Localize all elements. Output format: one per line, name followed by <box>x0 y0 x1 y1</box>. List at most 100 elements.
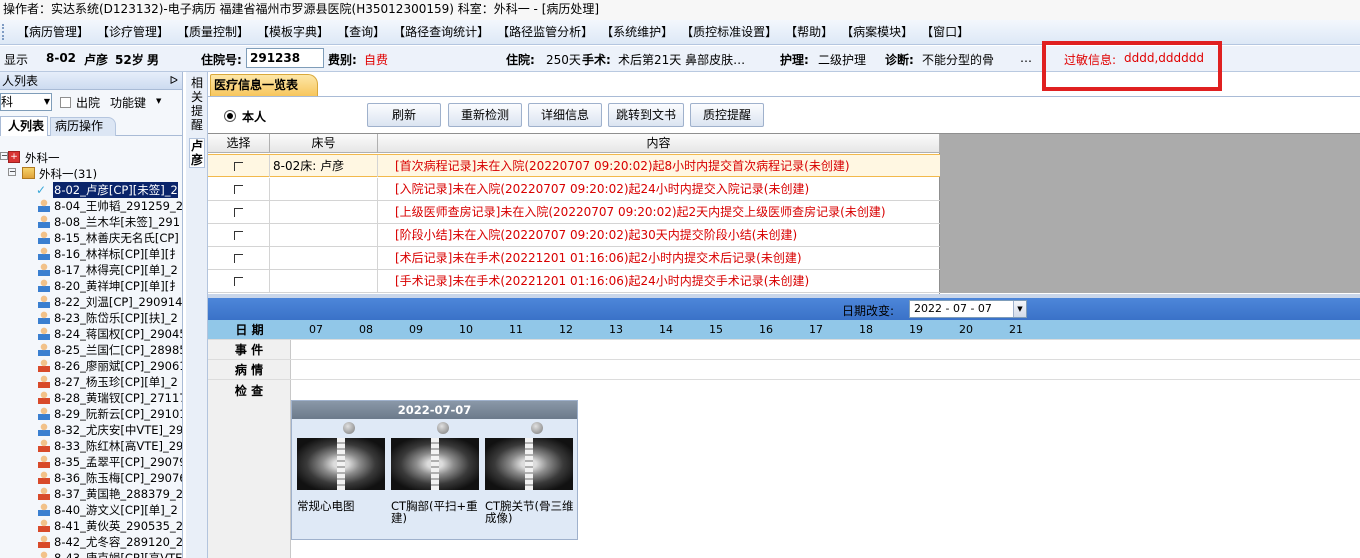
list-item[interactable]: 8-32_尤庆安[中VTE]_29 <box>0 422 182 438</box>
dropdown-arrow-icon[interactable]: ▼ <box>44 94 50 110</box>
content-cell[interactable]: [首次病程记录]未在入院(20220707 09:20:02)起8小时内提交首次… <box>392 155 940 177</box>
discharged-checkbox[interactable] <box>60 97 71 108</box>
list-item[interactable]: 8-16_林祥标[CP][单][扌 <box>0 246 182 262</box>
table-row[interactable]: [上级医师查房记录]未在入院(20220707 09:20:02)起2天内提交上… <box>208 201 940 224</box>
patient-entry: 8-22_刘温[CP]_290914_ <box>54 295 183 309</box>
tab-record-operations[interactable]: 病历操作 <box>50 117 116 136</box>
select-cell[interactable] <box>208 224 270 246</box>
menu-path-statistics[interactable]: 【路径查询统计】 <box>389 21 493 43</box>
jump-to-document-button[interactable]: 跳转到文书 <box>608 103 684 127</box>
list-item[interactable]: 8-15_林善庆无名氏[CP] <box>0 230 182 246</box>
list-item[interactable]: 8-27_杨玉珍[CP][单]_2 <box>0 374 182 390</box>
list-item[interactable]: 8-25_兰国仁[CP]_28985 <box>0 342 182 358</box>
column-header-content[interactable]: 内容 <box>378 134 940 153</box>
list-item[interactable]: ✓ 8-02_卢彦[CP][未签]_2 <box>0 182 182 198</box>
list-item[interactable]: 8-40_游文义[CP][单]_2 <box>0 502 182 518</box>
content-cell[interactable]: [阶段小结]未在入院(20220707 09:20:02)起30天内提交阶段小结… <box>392 224 940 246</box>
tab-patient-luyan[interactable]: 卢彦 <box>189 138 205 168</box>
list-item[interactable]: 8-36_陈玉梅[CP]_29076 <box>0 470 182 486</box>
row-checkbox[interactable] <box>234 254 243 263</box>
table-row[interactable]: 8-02床: 卢彦 [首次病程记录]未在入院(20220707 09:20:02… <box>208 154 940 177</box>
table-row[interactable]: [阶段小结]未在入院(20220707 09:20:02)起30天内提交阶段小结… <box>208 224 940 247</box>
menu-help[interactable]: 【帮助】 <box>781 21 837 43</box>
content-cell[interactable]: [入院记录]未在入院(20220707 09:20:02)起24小时内提交入院记… <box>392 178 940 200</box>
menu-treatment[interactable]: 【诊疗管理】 <box>93 21 173 43</box>
select-cell[interactable] <box>208 178 270 200</box>
list-item[interactable]: 8-04_王帅韬_291259_20 <box>0 198 182 214</box>
list-item[interactable]: 8-08_兰木华[未签]_291 <box>0 214 182 230</box>
menu-medical-records[interactable]: 【病历管理】 <box>13 21 93 43</box>
menu-quality-control[interactable]: 【质量控制】 <box>173 21 253 43</box>
select-cell[interactable] <box>208 247 270 269</box>
menu-path-analysis[interactable]: 【路径监管分析】 <box>493 21 597 43</box>
row-checkbox[interactable] <box>234 162 243 171</box>
row-checkbox[interactable] <box>234 277 243 286</box>
list-item[interactable]: 8-22_刘温[CP]_290914_ <box>0 294 183 310</box>
menu-case-module[interactable]: 【病案模块】 <box>837 21 917 43</box>
recheck-button[interactable]: 重新检测 <box>448 103 522 127</box>
content-cell[interactable]: [上级医师查房记录]未在入院(20220707 09:20:02)起2天内提交上… <box>392 201 940 223</box>
window-title-bar: 操作者：实达系统(D123132)-电子病历 福建省福州市罗源县医院(H3501… <box>0 0 1360 20</box>
list-item[interactable]: 8-28_黄瑞钗[CP]_27117 <box>0 390 182 406</box>
function-keys-arrow-icon[interactable]: ▼ <box>156 97 161 105</box>
column-header-select[interactable]: 选择 <box>208 134 270 153</box>
select-cell[interactable] <box>208 270 270 292</box>
patient-entry: 8-02_卢彦[CP][未签]_2 <box>53 182 178 198</box>
row-checkbox[interactable] <box>234 231 243 240</box>
menu-query[interactable]: 【查询】 <box>333 21 389 43</box>
exam-card[interactable]: 2022-07-07 常规心电图 CT胸部(平扫+重建) CT腕关节(骨三维成像… <box>291 400 578 540</box>
patient-list-panel: 人列表 ᐅ 科 ▼ 出院 功能键 ▼ 人列表 病历操作 − + 外科一 − 外科… <box>0 72 183 558</box>
tab-medical-info-overview[interactable]: 医疗信息一览表 <box>210 74 318 96</box>
list-item[interactable]: 8-43_唐克娟[CP][高VTE <box>0 550 183 558</box>
date-picker[interactable]: 2022 - 07 - 07 ▼ <box>909 300 1027 318</box>
function-keys-button[interactable]: 功能键 <box>110 94 146 111</box>
table-row[interactable]: [入院记录]未在入院(20220707 09:20:02)起24小时内提交入院记… <box>208 178 940 201</box>
toolbar-grip[interactable] <box>2 24 8 40</box>
collapse-icon[interactable]: − <box>8 168 16 176</box>
select-cell[interactable] <box>208 155 270 177</box>
department-select[interactable]: 科 ▼ <box>0 93 52 111</box>
tree-node-ward[interactable]: − 外科一(31) <box>0 166 182 182</box>
content-cell[interactable]: [术后记录]未在手术(20221201 01:16:06)起2小时内提交术后记录… <box>392 247 940 269</box>
content-cell[interactable]: [手术记录]未在手术(20221201 01:16:06)起24小时内提交手术记… <box>392 270 940 292</box>
menu-qc-standards[interactable]: 【质控标准设置】 <box>677 21 781 43</box>
tree-node-department[interactable]: − + 外科一 <box>0 150 182 166</box>
list-item[interactable]: 8-20_黄祥坤[CP][单][扌 <box>0 278 182 294</box>
exam-name: CT腕关节(骨三维成像) <box>485 499 574 525</box>
self-radio[interactable] <box>224 110 236 122</box>
calendar-dropdown-icon[interactable]: ▼ <box>1013 301 1026 317</box>
refresh-button[interactable]: 刷新 <box>367 103 441 127</box>
details-button[interactable]: 详细信息 <box>528 103 602 127</box>
show-label[interactable]: 显示 <box>4 51 28 68</box>
table-row[interactable]: [手术记录]未在手术(20221201 01:16:06)起24小时内提交手术记… <box>208 270 940 293</box>
more-button[interactable]: … <box>1020 51 1032 65</box>
list-item[interactable]: 8-17_林得亮[CP][单]_2 <box>0 262 182 278</box>
pin-icon[interactable]: ᐅ <box>170 72 178 90</box>
tab-related-reminders[interactable]: 相关提醒 <box>189 76 205 132</box>
list-item[interactable]: 8-41_黄伙英_290535_20 <box>0 518 182 534</box>
qc-reminder-button[interactable]: 质控提醒 <box>690 103 764 127</box>
table-row[interactable]: [术后记录]未在手术(20221201 01:16:06)起2小时内提交术后记录… <box>208 247 940 270</box>
column-header-bed[interactable]: 床号 <box>270 134 378 153</box>
row-checkbox[interactable] <box>234 208 243 217</box>
patient-entry: 8-43_唐克娟[CP][高VTE <box>54 551 183 558</box>
list-item[interactable]: 8-35_孟翠平[CP]_29079 <box>0 454 182 470</box>
list-item[interactable]: 8-29_阮新云[CP]_29101 <box>0 406 182 422</box>
admission-number-field[interactable]: 291238 <box>246 48 324 68</box>
tab-patient-list[interactable]: 人列表 <box>0 116 48 136</box>
reminder-grid-body: 选择 床号 内容 8-02床: 卢彦 [首次病程记录]未在入院(20220707… <box>208 134 940 294</box>
list-item[interactable]: 8-24_蒋国权[CP]_29045 <box>0 326 182 342</box>
patient-list-tabs: 人列表 病历操作 <box>0 114 182 136</box>
list-item[interactable]: 8-23_陈岱乐[CP][扶]_2 <box>0 310 182 326</box>
list-item[interactable]: 8-26_廖丽斌[CP]_29061 <box>0 358 182 374</box>
list-item[interactable]: 8-42_尤冬容_289120_20 <box>0 534 182 550</box>
collapse-icon[interactable]: − <box>0 152 8 160</box>
row-checkbox[interactable] <box>234 185 243 194</box>
bed-cell <box>270 247 378 269</box>
menu-window[interactable]: 【窗口】 <box>917 21 973 43</box>
menu-templates[interactable]: 【模板字典】 <box>253 21 333 43</box>
list-item[interactable]: 8-37_黄国艳_288379_20 <box>0 486 182 502</box>
list-item[interactable]: 8-33_陈红林[高VTE]_29 <box>0 438 182 454</box>
menu-system-maintenance[interactable]: 【系统维护】 <box>597 21 677 43</box>
select-cell[interactable] <box>208 201 270 223</box>
